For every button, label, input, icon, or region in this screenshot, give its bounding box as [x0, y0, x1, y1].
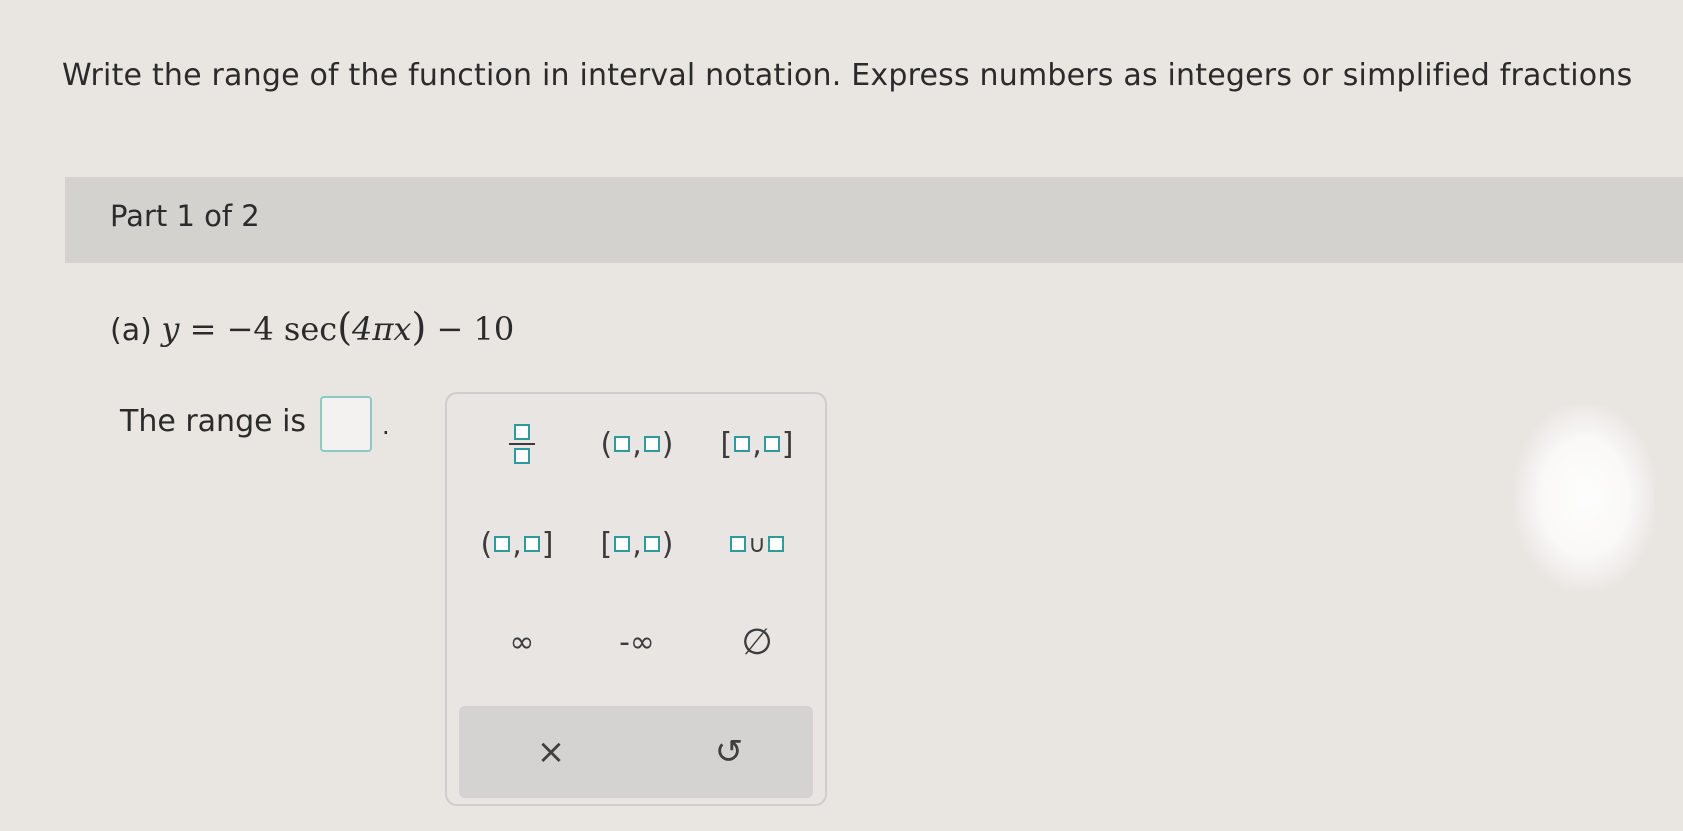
union-key[interactable]: ∪: [702, 514, 812, 574]
equation-lhs: y: [161, 310, 180, 348]
infinity-icon: ∞: [509, 624, 535, 660]
page: Write the range of the function in inter…: [0, 0, 1683, 831]
fraction-icon: [509, 424, 535, 464]
empty-set-key[interactable]: ∅: [702, 612, 812, 672]
fraction-key[interactable]: [467, 414, 577, 474]
negative-infinity-key[interactable]: -∞: [582, 612, 692, 672]
close-icon: ×: [536, 732, 566, 772]
union-icon: ∪: [748, 530, 766, 558]
right-bracket: ]: [781, 426, 794, 462]
equation-minus: −: [436, 310, 464, 348]
question-label: (a): [110, 313, 152, 348]
undo-icon: ↺: [714, 732, 744, 772]
comma: ,: [752, 426, 762, 462]
equation-function: sec: [283, 310, 338, 348]
left-bracket: [: [600, 526, 613, 562]
undo-button[interactable]: ↺: [669, 720, 789, 784]
question-equation: (a) y = −4 sec(4πx) − 10: [110, 305, 514, 349]
negative-infinity-icon: -∞: [619, 624, 655, 660]
clear-button[interactable]: ×: [491, 720, 611, 784]
open-interval-key[interactable]: (,): [582, 414, 692, 474]
comma: ,: [632, 426, 642, 462]
right-bracket: ]: [541, 526, 554, 562]
right-paren: ): [661, 526, 674, 562]
equation-coefficient: −4: [226, 310, 274, 348]
equation-constant: 10: [473, 310, 515, 348]
instructions-text: Write the range of the function in inter…: [62, 58, 1633, 93]
equation-argument: 4πx: [352, 310, 412, 348]
left-paren: (: [600, 426, 613, 462]
screen-glare: [1515, 405, 1655, 590]
right-paren: ): [661, 426, 674, 462]
palette-action-bar: × ↺: [459, 706, 813, 798]
left-bracket: [: [720, 426, 733, 462]
left-open-right-closed-key[interactable]: (,]: [462, 514, 572, 574]
infinity-key[interactable]: ∞: [467, 612, 577, 672]
math-palette: (,) [,] (,] [,) ∪ ∞ -∞ ∅ × ↺: [445, 392, 827, 806]
closed-interval-key[interactable]: [,]: [702, 414, 812, 474]
comma: ,: [632, 526, 642, 562]
equation-equals: =: [189, 310, 217, 348]
left-paren: (: [480, 526, 493, 562]
comma: ,: [512, 526, 522, 562]
left-closed-right-open-key[interactable]: [,): [582, 514, 692, 574]
equation: y = −4 sec(4πx) − 10: [161, 305, 515, 349]
part-header: Part 1 of 2: [65, 177, 1683, 263]
part-label: Part 1 of 2: [110, 199, 260, 233]
answer-input[interactable]: [320, 396, 372, 452]
answer-period: .: [382, 412, 390, 440]
empty-set-icon: ∅: [741, 621, 773, 663]
equation-close-paren: ): [411, 305, 427, 349]
equation-open-paren: (: [337, 305, 353, 349]
range-prompt: The range is: [120, 404, 307, 439]
